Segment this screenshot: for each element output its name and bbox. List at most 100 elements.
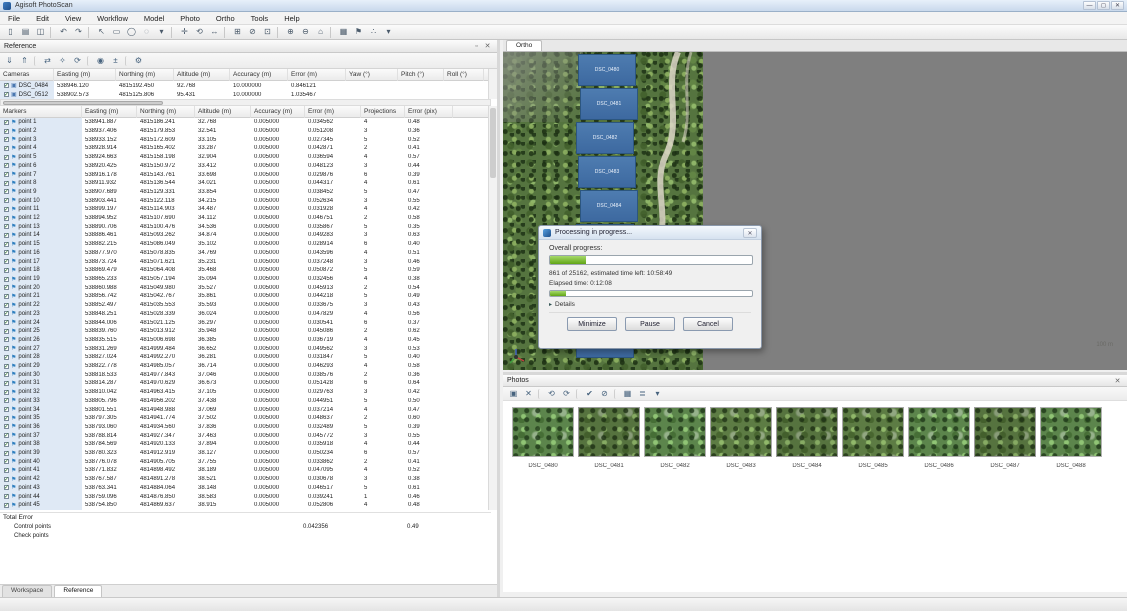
marker-row[interactable]: ⚑point 16 538877.970 4815078.835 34.769 … bbox=[0, 249, 491, 258]
marker-row[interactable]: ⚑point 33 538805.796 4814956.202 37.438 … bbox=[0, 397, 491, 406]
row-checkbox[interactable] bbox=[4, 163, 9, 168]
update-transform-icon[interactable]: ⟳ bbox=[71, 55, 84, 67]
undo-icon[interactable]: ↶ bbox=[57, 26, 70, 38]
column-header[interactable]: Error (m) bbox=[288, 69, 346, 81]
reference-separator[interactable] bbox=[87, 56, 91, 66]
resize-region-icon[interactable]: ⊡ bbox=[261, 26, 274, 38]
markers-scrollbar[interactable] bbox=[488, 106, 497, 510]
row-checkbox[interactable] bbox=[4, 120, 9, 125]
photo-item[interactable]: DSC_0480 bbox=[512, 407, 578, 469]
marker-row[interactable]: ⚑point 37 538788.814 4814927.347 37.463 … bbox=[0, 431, 491, 440]
marker-row[interactable]: ⚑point 20 538860.988 4815049.980 35.527 … bbox=[0, 283, 491, 292]
row-checkbox[interactable] bbox=[4, 416, 9, 421]
rotate-left-icon[interactable]: ⟲ bbox=[545, 388, 558, 400]
row-checkbox[interactable] bbox=[4, 320, 9, 325]
photos-separator[interactable] bbox=[614, 389, 618, 399]
import-reference-icon[interactable]: ⇓ bbox=[3, 55, 16, 67]
menu-item[interactable]: Help bbox=[276, 12, 307, 25]
row-checkbox[interactable] bbox=[4, 129, 9, 134]
toolbar-separator[interactable] bbox=[277, 27, 281, 38]
row-checkbox[interactable] bbox=[4, 268, 9, 273]
reset-view-icon[interactable]: ⌂ bbox=[314, 26, 327, 38]
column-header[interactable]: Accuracy (m) bbox=[251, 106, 305, 118]
export-reference-icon[interactable]: ⇑ bbox=[18, 55, 31, 67]
details-view-icon[interactable]: ≣ bbox=[636, 388, 649, 400]
new-project-icon[interactable]: ▯ bbox=[4, 26, 17, 38]
toolbar-separator[interactable] bbox=[330, 27, 334, 38]
row-checkbox[interactable] bbox=[4, 294, 9, 299]
column-header[interactable]: Markers bbox=[0, 106, 82, 118]
show-cameras-icon[interactable]: ▦ bbox=[337, 26, 350, 38]
circle-selection-icon[interactable]: ◯ bbox=[125, 26, 138, 38]
tab-ortho[interactable]: Ortho bbox=[506, 40, 542, 51]
remove-photo-icon[interactable]: ✕ bbox=[522, 388, 535, 400]
toolbar-separator[interactable] bbox=[50, 27, 54, 38]
row-checkbox[interactable] bbox=[4, 381, 9, 386]
photo-item[interactable]: DSC_0487 bbox=[974, 407, 1040, 469]
marker-row[interactable]: ⚑point 3 538933.152 4815172.609 33.105 0… bbox=[0, 135, 491, 144]
marker-row[interactable]: ⚑point 32 538810.042 4814963.415 37.105 … bbox=[0, 388, 491, 397]
row-checkbox[interactable] bbox=[4, 442, 9, 447]
marker-row[interactable]: ⚑point 45 538754.850 4814869.637 38.915 … bbox=[0, 501, 491, 510]
photo-thumbnail[interactable] bbox=[578, 407, 640, 457]
marker-row[interactable]: ⚑point 40 538776.078 4814905.705 37.755 … bbox=[0, 457, 491, 466]
open-project-icon[interactable]: ▤ bbox=[19, 26, 32, 38]
photo-item[interactable]: DSC_0484 bbox=[776, 407, 842, 469]
disable-photo-icon[interactable]: ⊘ bbox=[598, 388, 611, 400]
row-checkbox[interactable] bbox=[4, 372, 9, 377]
rotate-region-icon[interactable]: ⊘ bbox=[246, 26, 259, 38]
row-checkbox[interactable] bbox=[4, 92, 9, 97]
camera-footprint[interactable]: DSC_0481 bbox=[580, 88, 638, 120]
row-checkbox[interactable] bbox=[4, 155, 9, 160]
row-checkbox[interactable] bbox=[4, 468, 9, 473]
marker-row[interactable]: ⚑point 44 538759.096 4814876.850 38.583 … bbox=[0, 492, 491, 501]
marker-row[interactable]: ⚑point 10 538903.441 4815122.118 34.215 … bbox=[0, 196, 491, 205]
row-checkbox[interactable] bbox=[4, 233, 9, 238]
row-checkbox[interactable] bbox=[4, 407, 9, 412]
photo-item[interactable]: DSC_0482 bbox=[644, 407, 710, 469]
row-checkbox[interactable] bbox=[4, 459, 9, 464]
marker-row[interactable]: ⚑point 25 538839.760 4815013.912 35.948 … bbox=[0, 327, 491, 336]
reference-separator[interactable] bbox=[125, 56, 129, 66]
reference-settings-icon[interactable]: ⚙ bbox=[132, 55, 145, 67]
convert-reference-icon[interactable]: ⇄ bbox=[41, 55, 54, 67]
view-errors-icon[interactable]: ± bbox=[109, 55, 122, 67]
marker-row[interactable]: ⚑point 18 538869.479 4815064.408 35.468 … bbox=[0, 266, 491, 275]
row-checkbox[interactable] bbox=[4, 172, 9, 177]
row-checkbox[interactable] bbox=[4, 146, 9, 151]
photo-thumbnail[interactable] bbox=[974, 407, 1036, 457]
dialog-close-button[interactable]: ✕ bbox=[743, 228, 757, 238]
marker-row[interactable]: ⚑point 28 538827.024 4814992.270 36.281 … bbox=[0, 353, 491, 362]
marker-row[interactable]: ⚑point 2 538937.406 4815179.853 32.541 0… bbox=[0, 127, 491, 136]
close-window-button[interactable]: ✕ bbox=[1111, 1, 1124, 10]
marker-row[interactable]: ⚑point 22 538852.497 4815035.553 35.593 … bbox=[0, 301, 491, 310]
details-toggle[interactable]: ▸ Details bbox=[549, 301, 751, 308]
column-header[interactable]: Easting (m) bbox=[54, 69, 116, 81]
column-header[interactable]: Cameras bbox=[0, 69, 54, 81]
photo-item[interactable]: DSC_0481 bbox=[578, 407, 644, 469]
tab-reference[interactable]: Reference bbox=[54, 585, 102, 597]
marker-row[interactable]: ⚑point 24 538844.006 4815021.125 36.297 … bbox=[0, 318, 491, 327]
marker-row[interactable]: ⚑point 31 538814.287 4814970.629 36.673 … bbox=[0, 379, 491, 388]
row-checkbox[interactable] bbox=[4, 433, 9, 438]
marker-row[interactable]: ⚑point 36 538793.060 4814934.560 37.836 … bbox=[0, 423, 491, 432]
row-checkbox[interactable] bbox=[4, 259, 9, 264]
close-panel-icon[interactable]: ✕ bbox=[482, 42, 493, 50]
zoom-in-icon[interactable]: ⊕ bbox=[284, 26, 297, 38]
row-checkbox[interactable] bbox=[4, 337, 9, 342]
photo-thumbnail[interactable] bbox=[644, 407, 706, 457]
photo-item[interactable]: DSC_0483 bbox=[710, 407, 776, 469]
row-checkbox[interactable] bbox=[4, 329, 9, 334]
photo-thumbnail[interactable] bbox=[1040, 407, 1102, 457]
rotate-object-icon[interactable]: ⟲ bbox=[193, 26, 206, 38]
menu-item[interactable]: File bbox=[0, 12, 28, 25]
column-header[interactable]: Yaw (°) bbox=[346, 69, 398, 81]
float-panel-icon[interactable]: ▫ bbox=[471, 43, 482, 50]
reference-separator[interactable] bbox=[34, 56, 38, 66]
row-checkbox[interactable] bbox=[4, 311, 9, 316]
marker-row[interactable]: ⚑point 21 538856.742 4815042.767 35.861 … bbox=[0, 292, 491, 301]
row-checkbox[interactable] bbox=[4, 477, 9, 482]
column-header[interactable]: Projections bbox=[361, 106, 405, 118]
view-mode-dropdown-icon[interactable]: ▾ bbox=[651, 388, 664, 400]
marker-row[interactable]: ⚑point 6 538920.425 4815150.972 33.412 0… bbox=[0, 162, 491, 171]
